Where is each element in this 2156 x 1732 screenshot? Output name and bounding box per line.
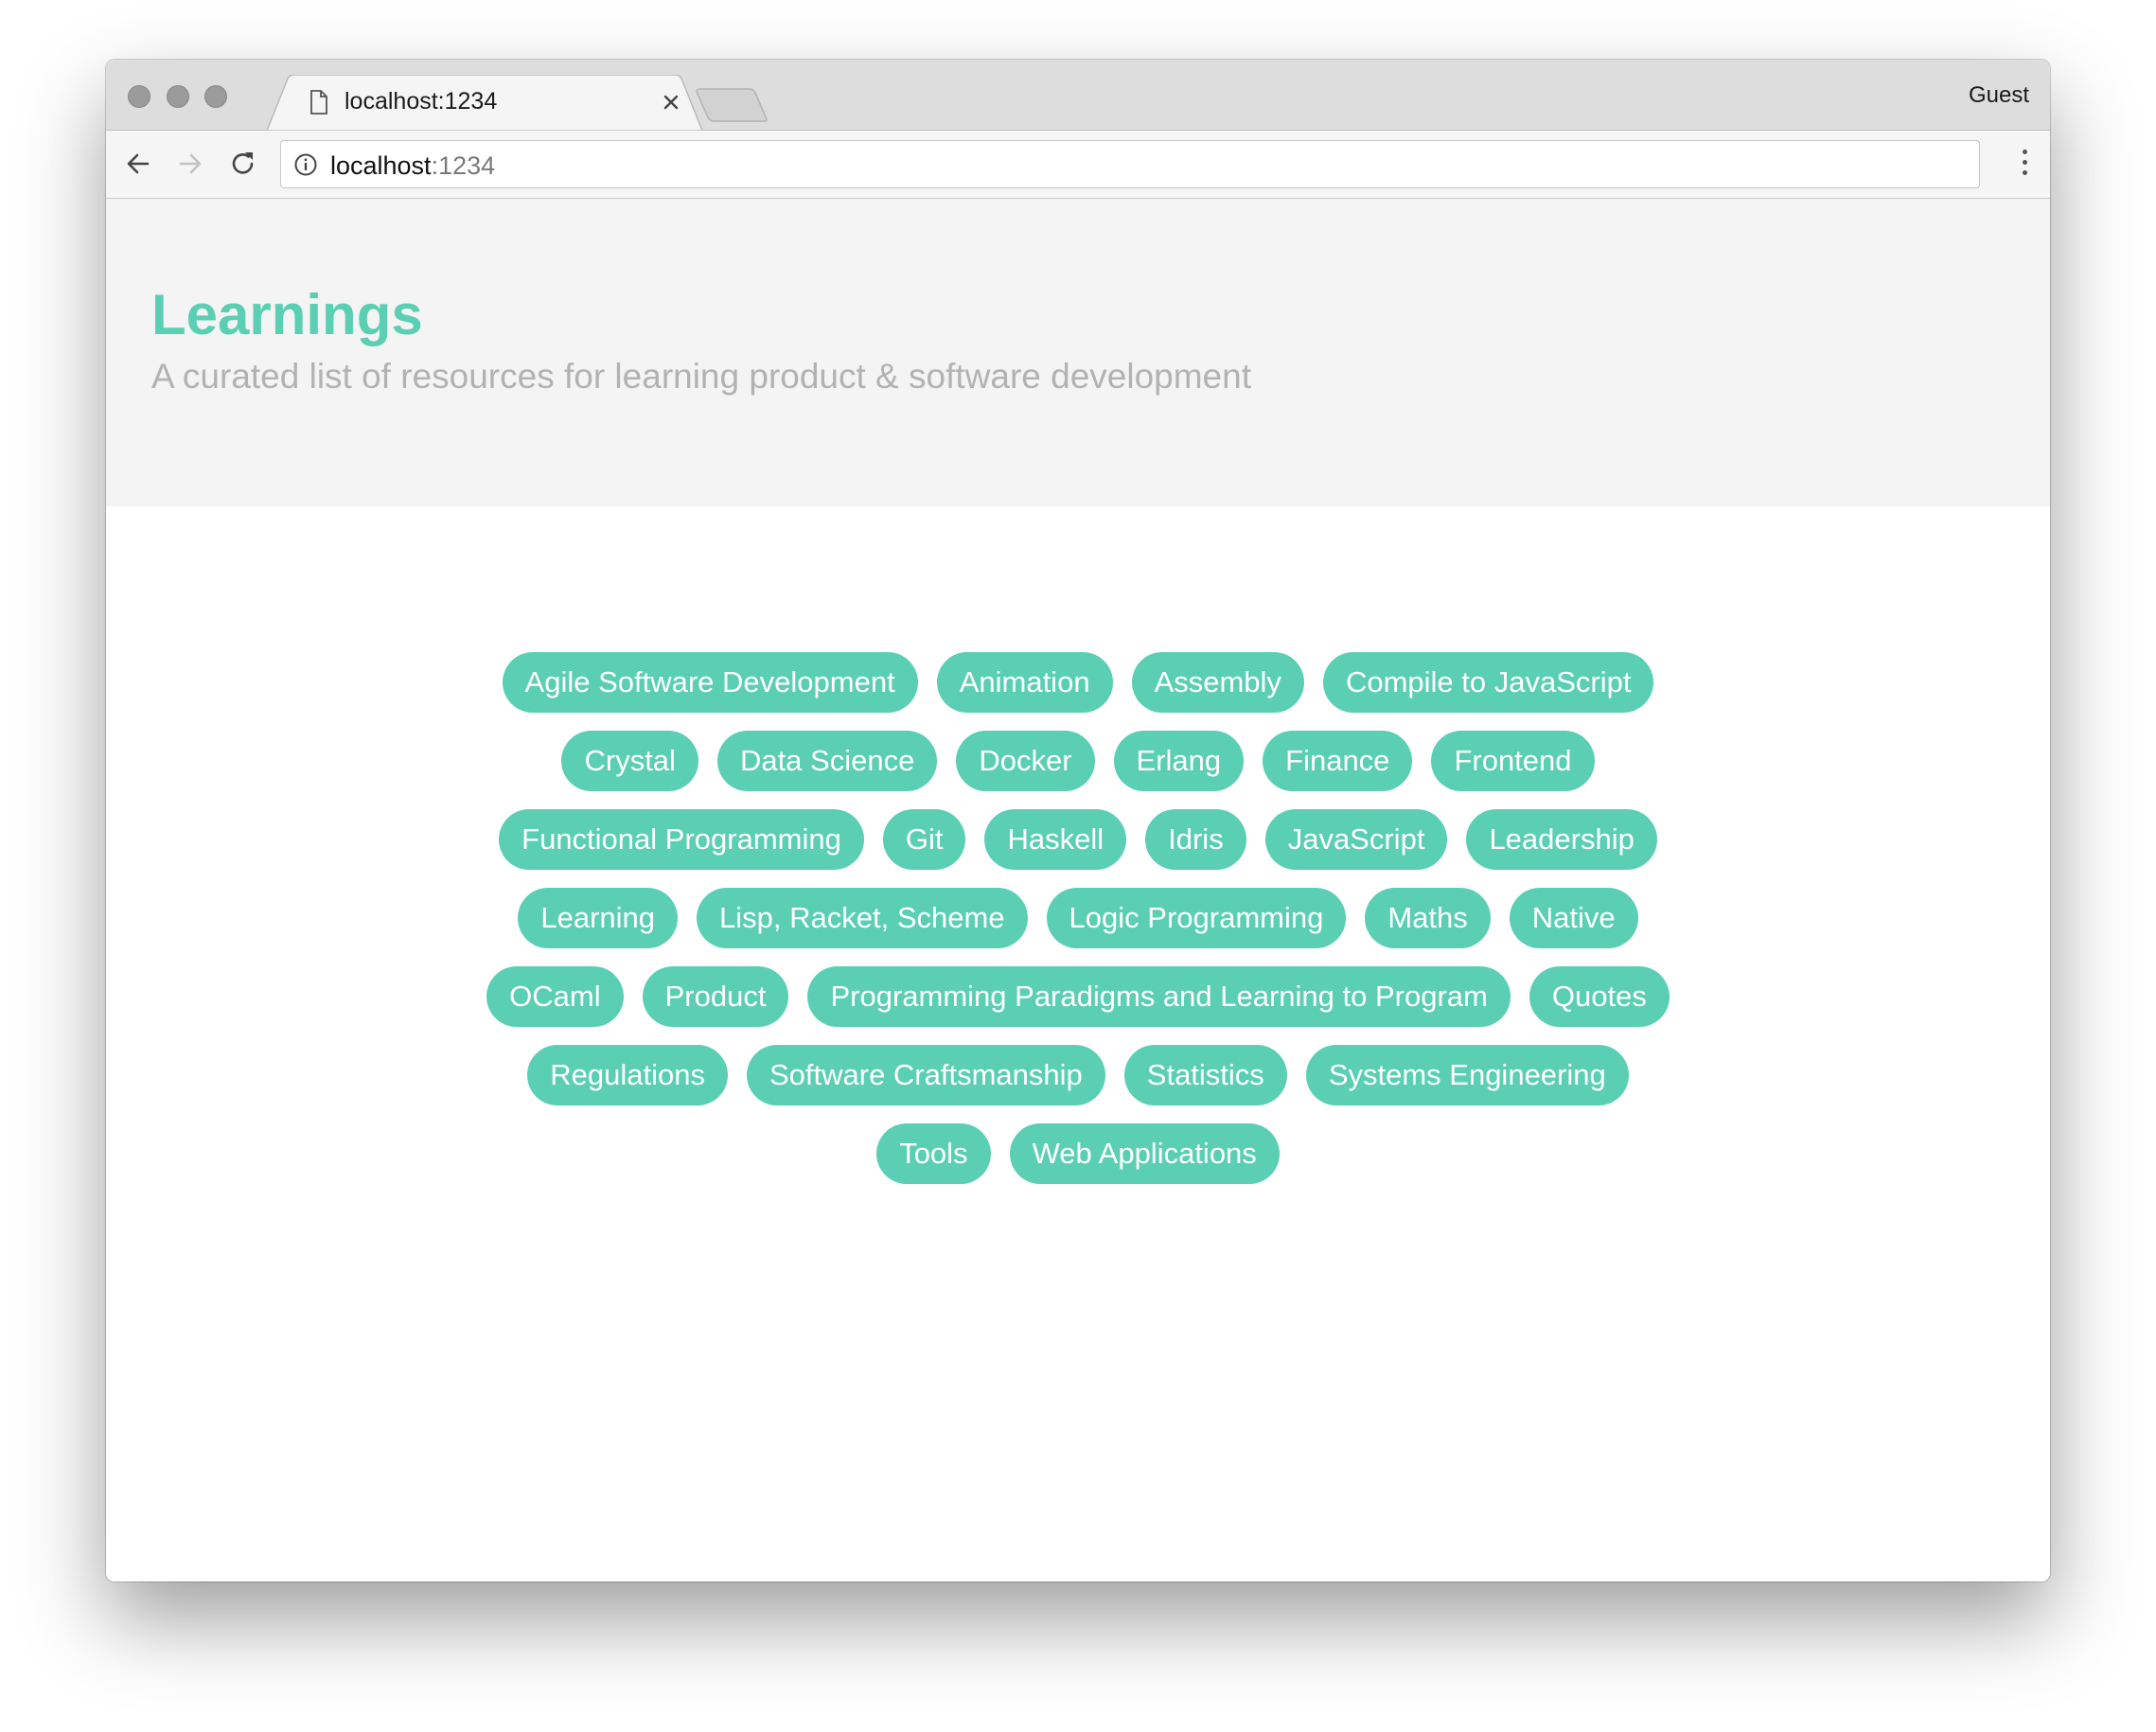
menu-dot <box>2022 160 2027 165</box>
topic-tag[interactable]: Data Science <box>716 731 938 791</box>
minimize-window-button[interactable] <box>167 85 189 108</box>
topic-tag[interactable]: Logic Programming <box>1046 888 1347 948</box>
close-icon[interactable] <box>658 89 684 115</box>
topic-tag[interactable]: Regulations <box>527 1045 728 1105</box>
topic-tag[interactable]: Frontend <box>1431 731 1595 791</box>
topic-tag[interactable]: Programming Paradigms and Learning to Pr… <box>807 966 1511 1027</box>
topic-tag[interactable]: Haskell <box>984 809 1127 870</box>
reload-icon[interactable] <box>226 147 260 181</box>
topic-tag[interactable]: Product <box>642 966 789 1027</box>
url-host: localhost <box>330 151 432 180</box>
topic-tag[interactable]: Erlang <box>1113 731 1245 791</box>
topic-tag[interactable]: Learning <box>518 888 679 948</box>
topic-tag[interactable]: Functional Programming <box>499 809 864 870</box>
topic-tag[interactable]: Compile to JavaScript <box>1322 652 1654 713</box>
document-icon <box>310 90 327 115</box>
topic-tag[interactable]: Git <box>882 809 966 870</box>
topic-tag[interactable]: Docker <box>956 731 1095 791</box>
profile-button[interactable]: Guest <box>1969 82 2029 109</box>
topic-tag[interactable]: Quotes <box>1529 966 1670 1027</box>
topic-tag[interactable]: Maths <box>1365 888 1491 948</box>
topic-tag[interactable]: Systems Engineering <box>1305 1045 1629 1105</box>
topic-tag[interactable]: Leadership <box>1466 809 1657 870</box>
tab-localhost[interactable]: localhost:1234 <box>267 75 702 131</box>
topic-tag[interactable]: Finance <box>1263 731 1413 791</box>
page-subtitle: A curated list of resources for learning… <box>151 357 1251 396</box>
menu-dot <box>2022 170 2027 175</box>
page-content: Learnings A curated list of resources fo… <box>106 199 2050 1582</box>
topic-tag[interactable]: Tools <box>876 1123 991 1184</box>
topic-tag[interactable]: Assembly <box>1131 652 1304 713</box>
tab-strip: localhost:1234 Guest <box>106 60 2050 131</box>
page-title: Learnings <box>151 283 423 346</box>
browser-toolbar: localhost:1234 <box>106 131 2050 199</box>
new-tab-button[interactable] <box>695 88 770 122</box>
topic-tag[interactable]: Animation <box>936 652 1113 713</box>
topic-tag[interactable]: Web Applications <box>1009 1123 1280 1184</box>
topic-tag[interactable]: Lisp, Racket, Scheme <box>697 888 1028 948</box>
tab-title: localhost:1234 <box>345 88 498 115</box>
url-port: :1234 <box>431 151 496 180</box>
topic-tag[interactable]: Agile Software Development <box>502 652 918 713</box>
menu-dot <box>2022 150 2027 154</box>
arrow-left-icon[interactable] <box>121 147 155 181</box>
more-vertical-icon[interactable] <box>2020 150 2029 180</box>
topic-tag[interactable]: OCaml <box>486 966 624 1027</box>
zoom-window-button[interactable] <box>204 85 227 108</box>
topic-tag[interactable]: Crystal <box>561 731 698 791</box>
topic-tag[interactable]: Native <box>1509 888 1638 948</box>
info-icon[interactable] <box>293 152 318 177</box>
arrow-right-icon[interactable] <box>173 147 207 181</box>
topic-tag[interactable]: JavaScript <box>1264 809 1448 870</box>
address-bar[interactable]: localhost:1234 <box>280 140 1980 188</box>
topic-tag[interactable]: Idris <box>1145 809 1246 870</box>
topic-tag[interactable]: Statistics <box>1123 1045 1287 1105</box>
close-window-button[interactable] <box>128 85 150 108</box>
page-header: Learnings A curated list of resources fo… <box>106 199 2050 506</box>
browser-window: localhost:1234 Guest localhost:1234 Lear… <box>106 60 2050 1582</box>
topic-tag[interactable]: Software Craftsmanship <box>746 1045 1105 1105</box>
topic-tag-list: Agile Software Development Animation Assem… <box>467 652 1689 1184</box>
url-text: localhost:1234 <box>330 151 495 181</box>
